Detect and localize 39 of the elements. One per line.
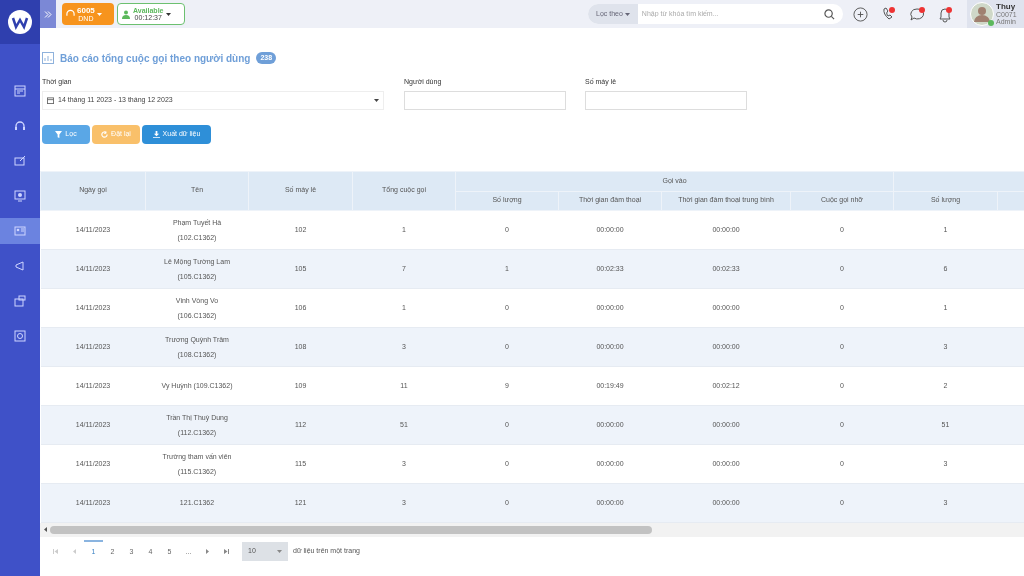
sidebar-item[interactable] [0,218,40,244]
avatar-icon[interactable] [970,2,994,26]
refresh-icon [101,130,109,138]
calendar-icon [47,97,54,104]
next-page-icon[interactable] [206,549,209,554]
caret-icon [624,12,630,16]
bell-icon[interactable] [937,5,953,23]
report-icon [42,52,54,64]
last-page-icon[interactable] [224,549,229,554]
first-page-icon[interactable] [53,549,58,554]
double-chevron-icon [44,10,52,18]
chat-icon[interactable] [909,6,926,22]
calendar-icon [14,85,26,97]
headset-icon [14,120,26,132]
caret-icon [96,12,102,16]
download-icon [152,130,160,138]
horizontal-scrollbar[interactable] [50,525,652,534]
scroll-left-icon[interactable] [43,527,47,532]
phone-icon[interactable] [881,6,897,22]
headset-icon [66,9,75,19]
caret-icon [374,99,379,102]
caret-icon [166,12,172,16]
person-icon [122,9,130,19]
caret-icon [277,550,282,553]
logo-icon [7,9,33,35]
monitor-icon [14,155,26,167]
extension-input-field[interactable] [585,91,747,110]
collapse-button[interactable] [40,0,56,28]
user-name: Thuy [996,3,1017,11]
user-input-field[interactable] [404,91,566,110]
contact-card-icon [14,225,26,237]
search-icon[interactable] [824,8,835,20]
settings-icon [14,330,26,342]
previous-page-icon[interactable] [73,549,76,554]
page-title: Báo cáo tổng cuộc gọi theo người dùng [60,51,251,66]
filter-icon [55,130,63,138]
stack-icon [14,295,26,307]
screen-icon [14,190,26,202]
add-icon[interactable] [853,6,868,22]
